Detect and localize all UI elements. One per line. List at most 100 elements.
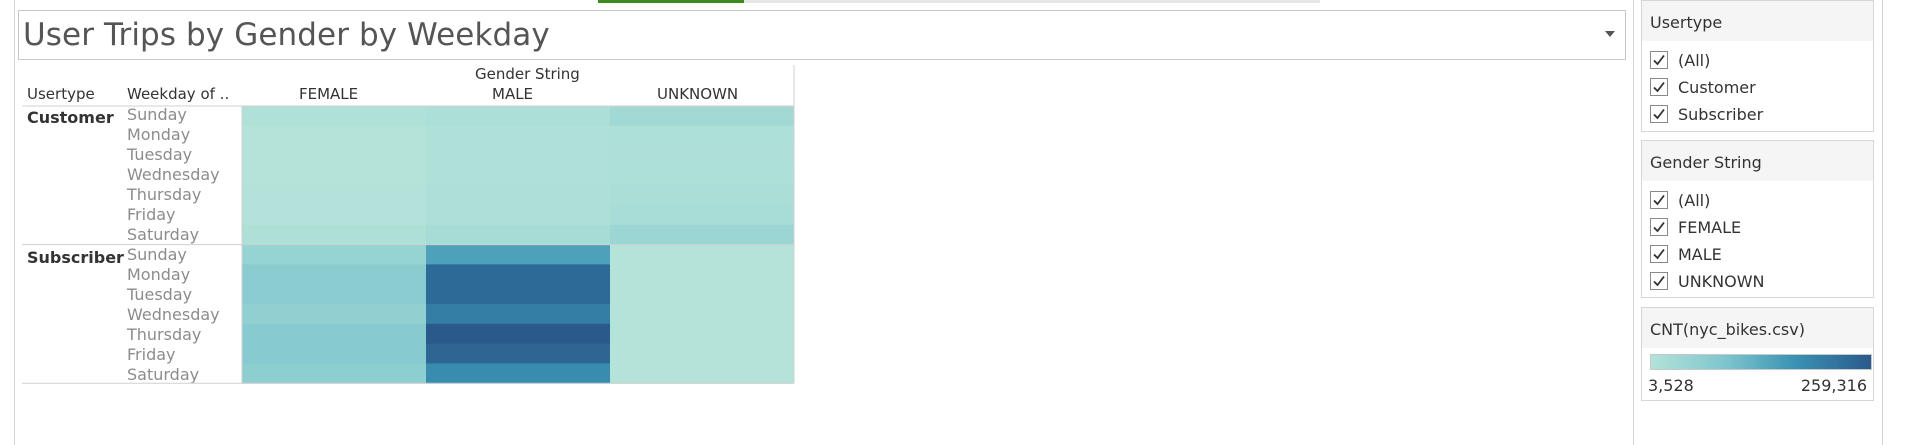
- heatmap-cell-customer-tuesday-unknown[interactable]: [610, 145, 794, 166]
- heatmap-cell-customer-saturday-male[interactable]: [426, 224, 610, 246]
- heatmap-cell-customer-thursday-female[interactable]: [242, 185, 426, 206]
- checkbox-checked-icon[interactable]: [1650, 218, 1668, 236]
- pane-divider: [1882, 0, 1883, 445]
- heatmap-cell-subscriber-tuesday-female[interactable]: [242, 284, 426, 305]
- filter-option-all[interactable]: (All): [1650, 189, 1710, 211]
- heatmap-cell-subscriber-monday-unknown[interactable]: [610, 264, 794, 285]
- filter-option-unknown[interactable]: UNKNOWN: [1650, 270, 1765, 292]
- checkbox-checked-icon[interactable]: [1650, 51, 1668, 69]
- heatmap-cell-customer-wednesday-female[interactable]: [242, 165, 426, 186]
- weekday-label: Friday: [127, 345, 176, 364]
- filter-option-female[interactable]: FEMALE: [1650, 216, 1741, 238]
- dashboard-title: User Trips by Gender by Weekday: [23, 17, 550, 53]
- heatmap-cell-customer-monday-female[interactable]: [242, 125, 426, 147]
- heatmap-cell-customer-thursday-unknown[interactable]: [610, 185, 794, 206]
- heatmap-cell-subscriber-tuesday-unknown[interactable]: [610, 284, 794, 305]
- heatmap-cell-subscriber-tuesday-male[interactable]: [426, 284, 610, 305]
- heatmap-cell-customer-tuesday-female[interactable]: [242, 145, 426, 166]
- checkbox-checked-icon[interactable]: [1650, 245, 1668, 263]
- checkbox-checked-icon[interactable]: [1650, 105, 1668, 123]
- heatmap-cell-customer-thursday-male[interactable]: [426, 185, 610, 206]
- column-header-male[interactable]: MALE: [492, 85, 533, 103]
- legend-max-label: 259,316: [1800, 376, 1867, 395]
- weekday-label: Thursday: [127, 185, 202, 204]
- color-legend-card: CNT(nyc_bikes.csv) 3,528 259,316: [1641, 307, 1874, 401]
- checkbox-checked-icon[interactable]: [1650, 191, 1668, 209]
- filter-option-label: UNKNOWN: [1678, 271, 1765, 291]
- heatmap-cell-customer-friday-female[interactable]: [242, 205, 426, 226]
- heatmap-cell-subscriber-saturday-female[interactable]: [242, 363, 426, 384]
- heatmap-cell-customer-tuesday-male[interactable]: [426, 145, 610, 166]
- filter-option-label: Customer: [1678, 77, 1756, 97]
- checkbox-checked-icon[interactable]: [1650, 272, 1668, 290]
- heatmap-cell-subscriber-wednesday-female[interactable]: [242, 304, 426, 325]
- weekday-label: Wednesday: [127, 165, 220, 184]
- heatmap-cell-customer-wednesday-male[interactable]: [426, 165, 610, 186]
- title-bar[interactable]: User Trips by Gender by Weekday: [18, 10, 1626, 60]
- heatmap-cell-subscriber-wednesday-male[interactable]: [426, 304, 610, 325]
- heatmap-cell-customer-friday-unknown[interactable]: [610, 205, 794, 226]
- row-label-subscriber[interactable]: Subscriber: [27, 248, 124, 267]
- legend-min-label: 3,528: [1648, 376, 1694, 395]
- sheet-border: [14, 0, 15, 445]
- heatmap-cell-subscriber-sunday-female[interactable]: [242, 244, 426, 265]
- heatmap-cell-customer-saturday-unknown[interactable]: [610, 224, 794, 246]
- row-label-customer[interactable]: Customer: [27, 108, 114, 127]
- weekday-label: Tuesday: [127, 285, 193, 304]
- weekday-label: Saturday: [127, 365, 200, 384]
- heatmap-cell-customer-sunday-unknown[interactable]: [610, 106, 794, 127]
- filter-option-label: (All): [1678, 190, 1711, 210]
- row-header-usertype[interactable]: Usertype: [27, 85, 95, 103]
- weekday-label: Tuesday: [127, 145, 193, 164]
- filter-card-gender-string: Gender String (All) FEMALE MALE UNKNOWN: [1641, 140, 1874, 298]
- heatmap-cell-customer-wednesday-unknown[interactable]: [610, 165, 794, 186]
- filter-option-label: FEMALE: [1678, 217, 1742, 237]
- heatmap-cell-customer-friday-male[interactable]: [426, 205, 610, 226]
- heatmap-cell-subscriber-sunday-male[interactable]: [426, 244, 610, 265]
- row-header-weekday[interactable]: Weekday of ..: [127, 85, 229, 103]
- filter-option-label: Subscriber: [1678, 104, 1764, 124]
- column-header-female[interactable]: FEMALE: [299, 85, 358, 103]
- filter-card-usertype: Usertype (All) Customer Subscriber: [1641, 0, 1874, 132]
- weekday-label: Friday: [127, 205, 176, 224]
- heatmap-cell-subscriber-thursday-female[interactable]: [242, 323, 426, 345]
- heatmap-cell-customer-saturday-female[interactable]: [242, 224, 426, 246]
- heatmap-cell-subscriber-friday-unknown[interactable]: [610, 343, 794, 364]
- heatmap-cell-subscriber-friday-male[interactable]: [426, 343, 610, 364]
- filter-option-male[interactable]: MALE: [1650, 243, 1722, 265]
- heatmap-cell-subscriber-saturday-male[interactable]: [426, 363, 610, 384]
- filter-title-usertype: Usertype: [1650, 13, 1723, 32]
- heatmap-cell-customer-sunday-female[interactable]: [242, 106, 426, 127]
- weekday-label: Sunday: [127, 105, 187, 124]
- tab-strip: [744, 0, 1320, 3]
- column-header-unknown[interactable]: UNKNOWN: [657, 85, 738, 103]
- weekday-label: Wednesday: [127, 305, 220, 324]
- active-tab-indicator: [598, 0, 744, 3]
- filter-option-label: (All): [1678, 50, 1711, 70]
- legend-title: CNT(nyc_bikes.csv): [1650, 320, 1805, 339]
- heatmap-cell-subscriber-sunday-unknown[interactable]: [610, 244, 794, 265]
- heatmap-cell-subscriber-saturday-unknown[interactable]: [610, 363, 794, 384]
- heatmap-cell-subscriber-monday-female[interactable]: [242, 264, 426, 285]
- title-dropdown-chevron-icon[interactable]: [1605, 31, 1615, 37]
- column-header-title: Gender String: [475, 65, 580, 83]
- weekday-label: Sunday: [127, 245, 187, 264]
- heatmap-cell-subscriber-thursday-male[interactable]: [426, 323, 610, 345]
- filter-title-gender: Gender String: [1650, 153, 1762, 172]
- heatmap-cell-customer-monday-male[interactable]: [426, 125, 610, 147]
- checkbox-checked-icon[interactable]: [1650, 78, 1668, 96]
- heatmap-cell-subscriber-wednesday-unknown[interactable]: [610, 304, 794, 325]
- heatmap-cell-customer-sunday-male[interactable]: [426, 106, 610, 127]
- filter-option-customer[interactable]: Customer: [1650, 76, 1756, 98]
- heatmap-cell-subscriber-friday-female[interactable]: [242, 343, 426, 364]
- filter-option-subscriber[interactable]: Subscriber: [1650, 103, 1763, 125]
- pane-divider: [1633, 0, 1634, 445]
- color-gradient-bar: [1650, 354, 1872, 370]
- heatmap-cell-subscriber-thursday-unknown[interactable]: [610, 323, 794, 345]
- weekday-label: Monday: [127, 265, 191, 284]
- weekday-label: Thursday: [127, 325, 202, 344]
- filter-option-all[interactable]: (All): [1650, 49, 1710, 71]
- weekday-label: Saturday: [127, 225, 200, 244]
- heatmap-cell-customer-monday-unknown[interactable]: [610, 125, 794, 147]
- heatmap-cell-subscriber-monday-male[interactable]: [426, 264, 610, 285]
